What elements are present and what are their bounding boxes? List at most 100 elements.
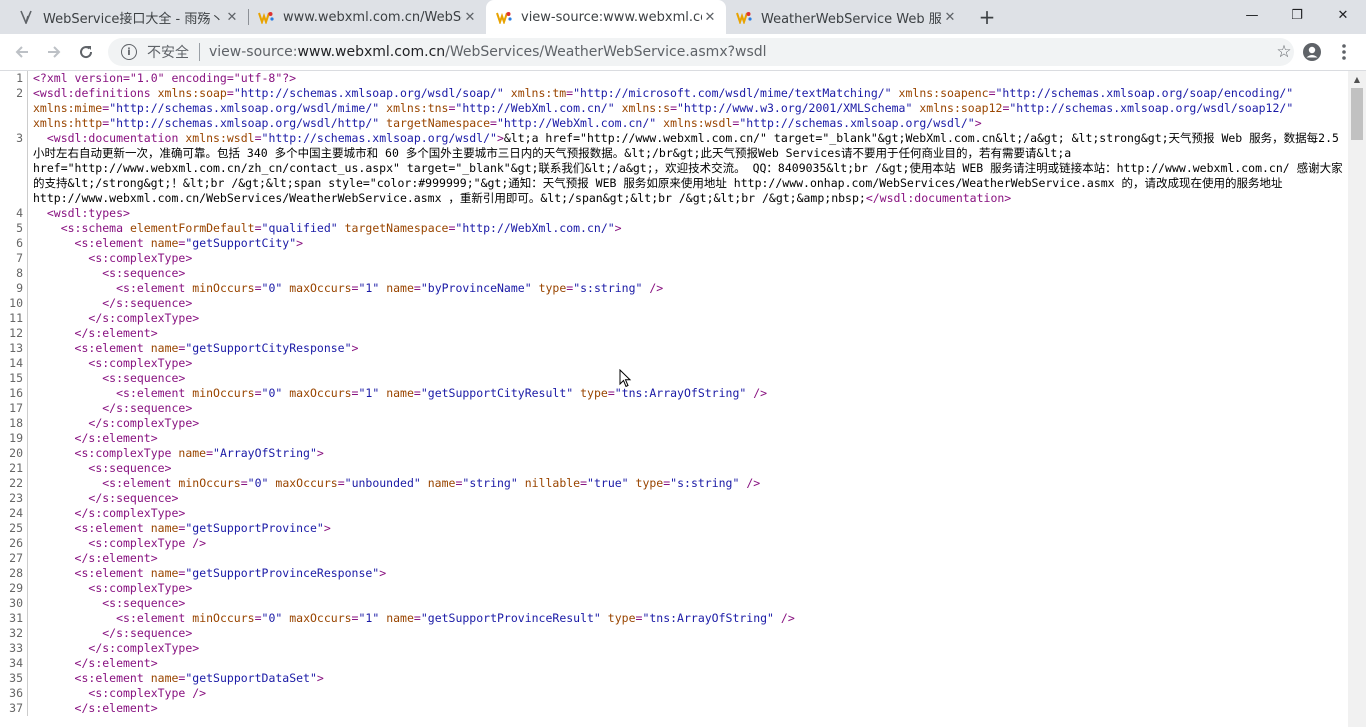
- tab-webservice-list[interactable]: WebService接口大全 - 雨殇丶 - ✕: [8, 0, 248, 34]
- code-token: xmlns:wsdl: [663, 116, 733, 130]
- address-bar[interactable]: i 不安全 view-source:www.webxml.com.cn/WebS…: [108, 38, 1294, 66]
- close-tab-icon[interactable]: ✕: [224, 9, 240, 25]
- url-path: /WebServices/WeatherWebService.asmx?wsdl: [445, 44, 767, 60]
- close-tab-icon[interactable]: ✕: [702, 9, 718, 25]
- line-content: <s:complexType name="ArrayOfString">: [28, 446, 1348, 461]
- source-line: 9 <s:element minOccurs="0" maxOccurs="1"…: [0, 281, 1348, 296]
- vertical-scrollbar[interactable]: ▲: [1348, 71, 1366, 727]
- code-token: =: [490, 116, 497, 130]
- code-token: xmlns:wsdl: [185, 131, 255, 145]
- code-token: type: [538, 281, 567, 295]
- code-token: >: [316, 671, 324, 685]
- line-content: <s:element name="getSupportProvinceRespo…: [28, 566, 1348, 581]
- code-token: "tns:ArrayOfString": [614, 386, 747, 400]
- code-token: </s:complexType>: [88, 311, 200, 325]
- info-icon[interactable]: i: [121, 44, 137, 60]
- tab-weather-service[interactable]: WeatherWebService Web 服务 ✕: [726, 0, 966, 34]
- code-token: <s:element: [116, 611, 193, 625]
- source-line: 31 <s:element minOccurs="0" maxOccurs="1…: [0, 611, 1348, 626]
- reload-button[interactable]: [74, 40, 98, 64]
- code-token: >: [974, 116, 982, 130]
- code-token: =: [254, 386, 262, 400]
- code-token: =: [254, 281, 262, 295]
- line-number: 16: [9, 386, 23, 400]
- line-content: </s:sequence>: [28, 296, 1348, 311]
- source-line: 2 <wsdl:definitions xmlns:soap="http://sc…: [0, 86, 1348, 131]
- code-token: name: [386, 611, 414, 625]
- code-token: =: [413, 611, 421, 625]
- source-line: 14 <s:complexType>: [0, 356, 1348, 371]
- bookmark-star-icon[interactable]: ☆: [1274, 43, 1294, 61]
- code-token: </s:element>: [74, 326, 158, 340]
- line-content: </s:complexType>: [28, 641, 1348, 656]
- line-number: 18: [9, 416, 23, 430]
- line-number: 15: [9, 371, 23, 385]
- code-token: "s:string": [670, 476, 740, 490]
- code-token: =: [240, 476, 248, 490]
- code-token: =: [607, 386, 615, 400]
- divider: [199, 43, 200, 61]
- restore-button[interactable]: ❐: [1274, 0, 1320, 30]
- code-token: xmlns:mime: [33, 101, 103, 115]
- line-number: 1: [16, 71, 23, 85]
- code-token: >: [379, 566, 387, 580]
- code-token: =: [413, 386, 421, 400]
- code-token: />: [739, 476, 761, 490]
- source-view: 1 <?xml version="1.0" encoding="utf-8"?> 2…: [0, 71, 1348, 727]
- code-token: <s:sequence>: [102, 371, 186, 385]
- line-number: 11: [9, 311, 23, 325]
- code-token: />: [774, 611, 795, 625]
- code-token: </wsdl:documentation>: [865, 191, 1012, 205]
- line-number: 8: [16, 266, 23, 280]
- account-button[interactable]: [1302, 42, 1322, 62]
- code-token: maxOccurs: [289, 386, 352, 400]
- forward-button[interactable]: [42, 40, 66, 64]
- close-tab-icon[interactable]: ✕: [942, 9, 958, 25]
- close-window-button[interactable]: ✕: [1320, 0, 1366, 30]
- code-token: <s:schema: [60, 221, 130, 235]
- tab-webxml-home[interactable]: www.webxml.com.cn/WebServ ✕: [248, 0, 486, 34]
- source-line: 5 <s:schema elementFormDefault="qualifie…: [0, 221, 1348, 236]
- code-token: "http://schemas.xmlsoap.org/soap/encodin…: [995, 86, 1294, 100]
- code-token: <s:element: [74, 236, 151, 250]
- new-tab-button[interactable]: +: [976, 6, 998, 28]
- line-number: 4: [16, 206, 23, 220]
- line-content: <s:element name="getSupportCityResponse"…: [28, 341, 1348, 356]
- code-token: <wsdl:documentation: [46, 131, 186, 145]
- code-token: <s:complexType: [74, 446, 179, 460]
- scroll-up-icon[interactable]: ▲: [1348, 71, 1366, 88]
- url-text: view-source:www.webxml.com.cn/WebService…: [209, 44, 767, 60]
- code-token: "http://schemas.xmlsoap.org/wsdl/": [261, 131, 497, 145]
- code-token: <s:sequence>: [88, 461, 172, 475]
- line-content: <s:complexType>: [28, 581, 1348, 596]
- back-button[interactable]: [10, 40, 34, 64]
- scrollbar-thumb[interactable]: [1351, 88, 1363, 140]
- code-token: xmlns:tm: [510, 86, 567, 100]
- code-token: "tns:ArrayOfString": [642, 611, 774, 625]
- code-token: <s:complexType>: [88, 581, 193, 595]
- code-token: <s:sequence>: [102, 596, 186, 610]
- tab-view-source[interactable]: view-source:www.webxml.com. ✕: [486, 0, 726, 34]
- code-token: "getSupportProvince": [185, 521, 324, 535]
- line-content: <s:element minOccurs="0" maxOccurs="unbo…: [28, 476, 1348, 491]
- code-token: <s:complexType />: [88, 536, 207, 550]
- minimize-button[interactable]: —: [1229, 0, 1275, 30]
- menu-button[interactable]: [1336, 42, 1352, 62]
- code-token: >: [351, 341, 359, 355]
- close-tab-icon[interactable]: ✕: [462, 9, 478, 25]
- source-line: 26 <s:complexType />: [0, 536, 1348, 551]
